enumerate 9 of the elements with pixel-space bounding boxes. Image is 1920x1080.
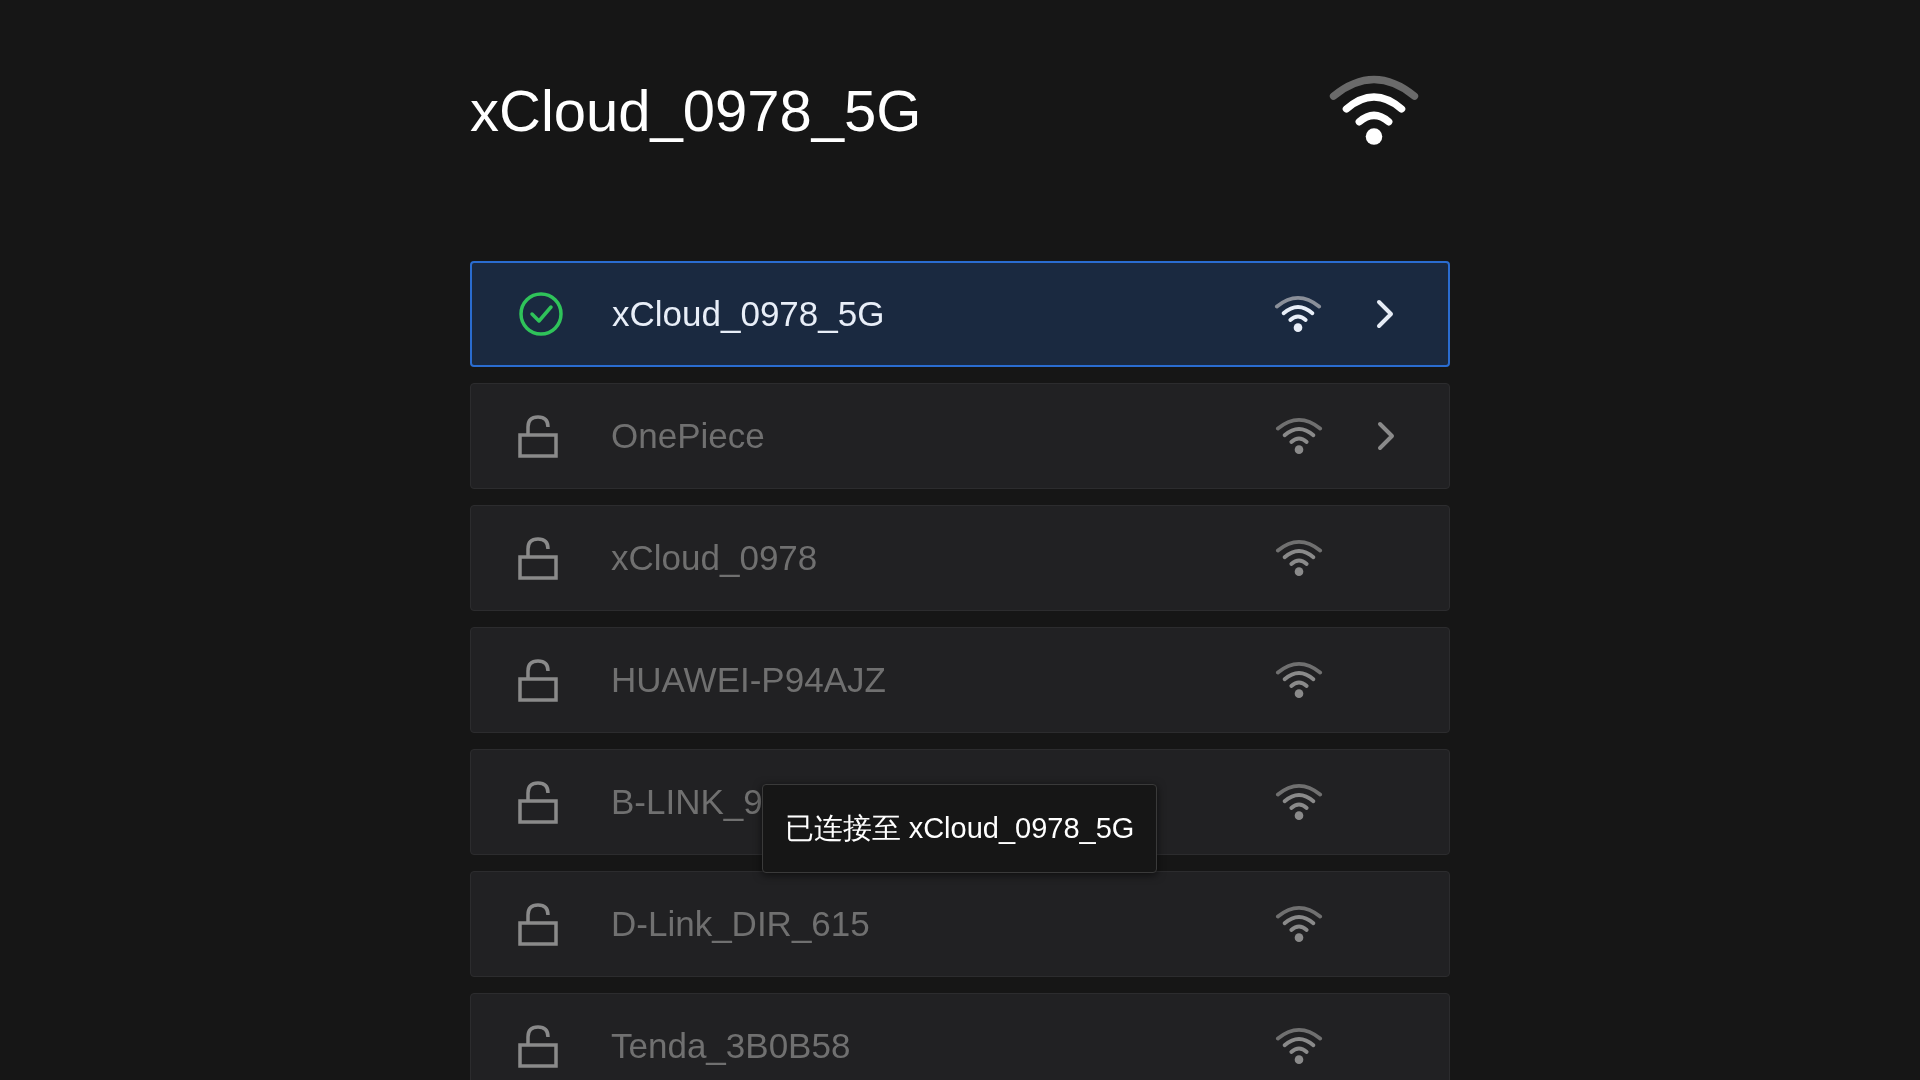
network-name: D-Link_DIR_615: [611, 904, 871, 944]
network-name: xCloud_0978: [611, 538, 819, 578]
connected-toast: 已连接至 xCloud_0978_5G: [762, 784, 1157, 873]
network-name: Tenda_3B0B58: [611, 1026, 852, 1066]
network-name: B-LINK_9: [611, 782, 764, 822]
network-name: xCloud_0978_5G: [612, 294, 886, 334]
page-title: xCloud_0978_5G: [470, 82, 922, 140]
network-name: HUAWEI-P94AJZ: [611, 660, 887, 700]
network-name: OnePiece: [611, 416, 766, 456]
